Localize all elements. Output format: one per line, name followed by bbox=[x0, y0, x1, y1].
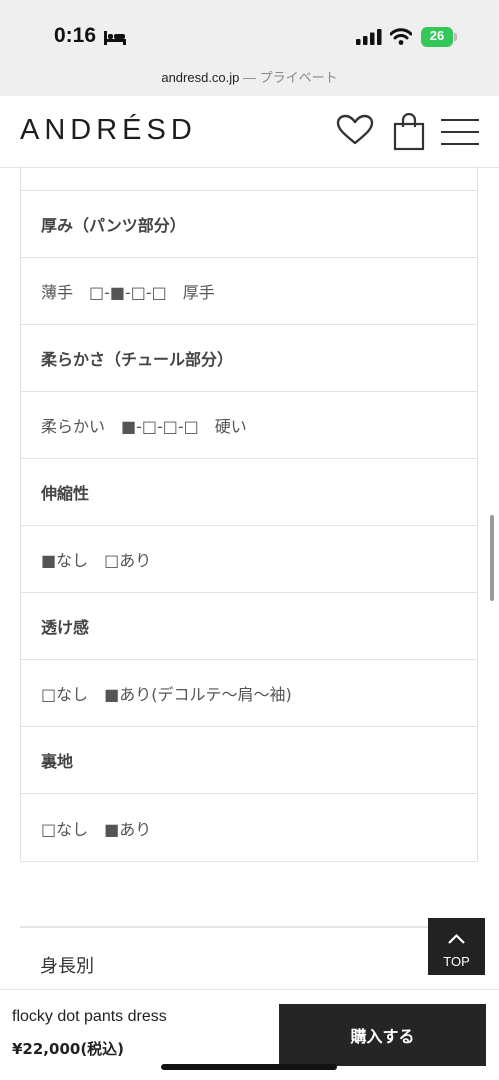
spec-value-thickness: 薄手 □-■-□-□ 厚手 bbox=[21, 258, 477, 325]
spec-label-thickness: 厚み（パンツ部分） bbox=[21, 191, 477, 258]
spec-label-sheerness: 透け感 bbox=[21, 593, 477, 660]
size-by-height-heading[interactable]: 身長別 bbox=[40, 952, 94, 978]
spec-table: 厚み（パンツ部分） 薄手 □-■-□-□ 厚手 柔らかさ（チュール部分） 柔らか… bbox=[20, 166, 478, 862]
section-divider bbox=[20, 926, 478, 928]
spec-value-sheerness: □なし ■あり(デコルテ〜肩〜袖) bbox=[21, 660, 477, 727]
wifi-icon bbox=[389, 28, 413, 49]
menu-icon[interactable] bbox=[441, 118, 479, 150]
spec-label-lining: 裏地 bbox=[21, 727, 477, 794]
status-bar: 0:16 26 andresd.co.jp — プライベート bbox=[0, 0, 499, 96]
bag-icon[interactable] bbox=[393, 112, 425, 155]
brand-logo[interactable]: ANDRÉSD bbox=[20, 114, 197, 147]
address-bar[interactable]: andresd.co.jp — プライベート bbox=[0, 67, 499, 86]
spec-label-softness: 柔らかさ（チュール部分） bbox=[21, 325, 477, 392]
spec-value-softness: 柔らかい ■-□-□-□ 硬い bbox=[21, 392, 477, 459]
buy-button[interactable]: 購入する bbox=[279, 1004, 486, 1066]
spec-label-stretch: 伸縮性 bbox=[21, 459, 477, 526]
site-header: ANDRÉSD bbox=[0, 96, 499, 168]
product-name: flocky dot pants dress bbox=[12, 1008, 167, 1025]
cellular-signal-icon bbox=[356, 29, 382, 49]
home-indicator[interactable] bbox=[161, 1064, 337, 1070]
heart-icon[interactable] bbox=[336, 114, 374, 150]
url-domain: andresd.co.jp bbox=[161, 70, 240, 85]
chevron-up-icon bbox=[447, 930, 466, 949]
scrollbar[interactable] bbox=[490, 515, 494, 601]
back-to-top-label: TOP bbox=[443, 954, 470, 969]
battery-level: 26 bbox=[429, 28, 445, 43]
spec-value-stretch: ■なし □あり bbox=[21, 526, 477, 593]
product-price: ¥22,000(税込) bbox=[12, 1040, 125, 1058]
sleep-mode-icon bbox=[104, 30, 126, 49]
battery-icon: 26 bbox=[421, 27, 457, 47]
status-time: 0:16 bbox=[54, 24, 97, 47]
back-to-top-button[interactable]: TOP bbox=[428, 918, 485, 975]
spec-value-lining: □なし ■あり bbox=[41, 819, 152, 839]
spec-table-top-row bbox=[21, 166, 477, 191]
url-mode: — プライベート bbox=[239, 70, 338, 85]
